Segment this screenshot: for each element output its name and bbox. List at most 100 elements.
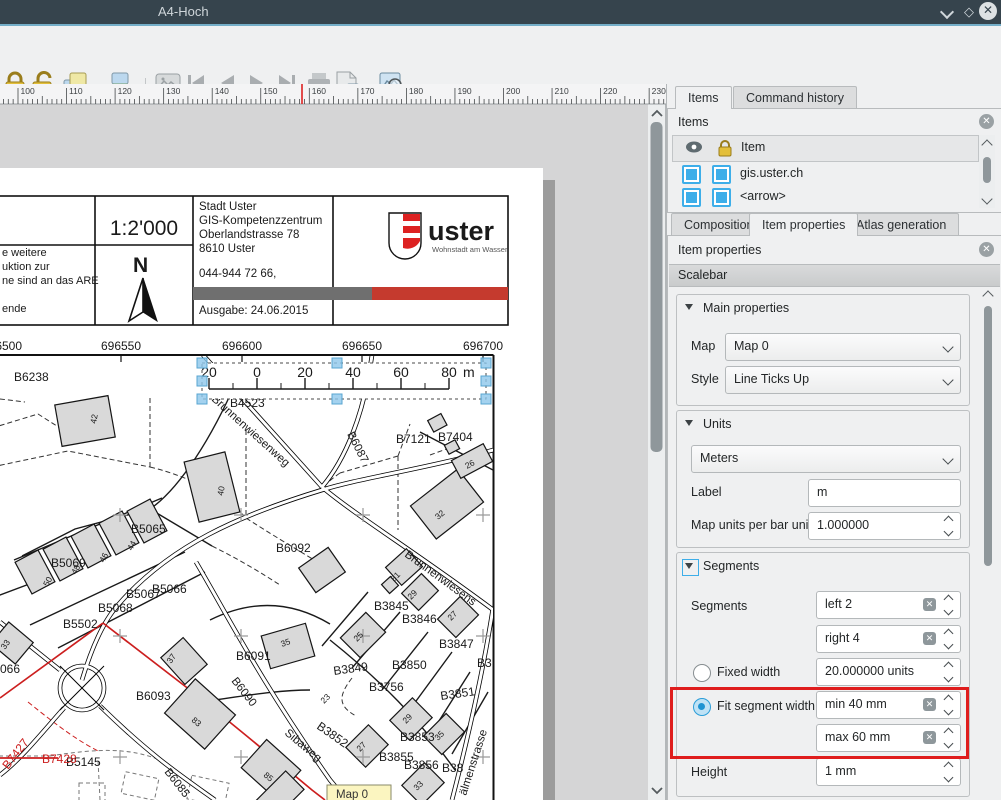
tab-command-history[interactable]: Command history <box>733 86 857 109</box>
svg-text:130: 130 <box>166 86 180 96</box>
maximize-icon[interactable]: ◇ <box>964 4 974 20</box>
svg-text:8610 Uster: 8610 Uster <box>199 243 255 255</box>
scroll-thumb <box>651 122 663 452</box>
label-input[interactable]: m <box>808 479 961 507</box>
items-table-header: Item <box>672 135 979 162</box>
item-properties-close-icon[interactable]: ✕ <box>979 242 994 257</box>
item-label: <arrow> <box>740 189 786 203</box>
segments-title: Segments <box>703 559 759 573</box>
combo-chevron-icon <box>942 374 953 385</box>
svg-text:696650: 696650 <box>342 339 382 353</box>
segments-right-spinbox[interactable]: right 4 ✕ <box>816 625 961 653</box>
svg-text:180: 180 <box>409 86 423 96</box>
svg-text:B5068: B5068 <box>98 601 133 615</box>
items-scrollbar[interactable] <box>979 135 995 208</box>
svg-text:140: 140 <box>215 86 229 96</box>
units-combobox[interactable]: Meters <box>691 445 961 473</box>
svg-text:110: 110 <box>69 86 83 96</box>
svg-text:696550: 696550 <box>101 339 141 353</box>
svg-text:B6238: B6238 <box>14 370 49 384</box>
svg-text:40: 40 <box>215 485 227 496</box>
svg-text:GIS-Kompetenzzentrum: GIS-Kompetenzzentrum <box>199 215 322 227</box>
svg-text:80: 80 <box>441 364 457 380</box>
items-panel: Items ✕ Item gis.uster.ch <arrow> <box>667 108 1001 213</box>
spin-down-icon <box>944 640 954 650</box>
banner-gray <box>193 287 372 300</box>
tab-items[interactable]: Items <box>675 86 732 109</box>
map-units-per-bar-spinbox[interactable]: 1.000000 <box>808 512 961 540</box>
segments-label: Segments <box>691 599 747 613</box>
svg-text:Ausgabe: 24.06.2015: Ausgabe: 24.06.2015 <box>199 305 308 317</box>
svg-text:B3847: B3847 <box>439 637 474 651</box>
items-scroll-down-icon <box>981 193 992 204</box>
svg-text:Stadt Uster: Stadt Uster <box>199 201 257 213</box>
spin-up-icon <box>944 516 954 526</box>
svg-text:40: 40 <box>345 364 361 380</box>
items-panel-title: Items <box>678 115 709 129</box>
svg-text:B6092: B6092 <box>276 541 311 555</box>
lock-column-icon <box>717 139 733 160</box>
uster-logo-shield <box>389 213 421 259</box>
visibility-checkbox[interactable] <box>682 188 701 207</box>
svg-text:200: 200 <box>506 86 520 96</box>
scalebar-item[interactable]: 20020406080m <box>197 358 491 404</box>
combo-chevron-icon <box>942 453 953 464</box>
close-icon[interactable]: ✕ <box>979 2 997 20</box>
segments-left-spinbox[interactable]: left 2 ✕ <box>816 591 961 619</box>
items-panel-close-icon[interactable]: ✕ <box>979 114 994 129</box>
collapse-arrow-icon[interactable] <box>685 420 693 426</box>
svg-text:B7121: B7121 <box>396 432 431 446</box>
svg-text:220: 220 <box>603 86 617 96</box>
svg-text:42: 42 <box>88 413 100 424</box>
items-scroll-up-icon <box>981 139 992 150</box>
height-spinbox[interactable]: 1 mm <box>816 758 961 786</box>
style-label: Style <box>691 372 719 386</box>
titlebar: A4-Hoch ◇ ✕ <box>0 0 1001 24</box>
highlight-rectangle <box>670 687 969 759</box>
lock-checkbox[interactable] <box>712 165 731 184</box>
svg-text:Wohnstadt am Wasser: Wohnstadt am Wasser <box>432 245 508 254</box>
style-combobox[interactable]: Line Ticks Up <box>725 366 961 394</box>
spin-down-icon <box>944 606 954 616</box>
svg-text:160: 160 <box>312 86 326 96</box>
lock-checkbox[interactable] <box>712 188 731 207</box>
map-combobox[interactable]: Map 0 <box>725 333 961 361</box>
svg-text:696700: 696700 <box>463 339 503 353</box>
spin-up-icon <box>944 662 954 672</box>
spin-up-icon <box>944 629 954 639</box>
items-table-row[interactable]: <arrow> <box>672 186 977 208</box>
collapse-arrow-icon[interactable] <box>685 304 693 310</box>
svg-text:1:2'000: 1:2'000 <box>110 217 178 240</box>
collapse-arrow-icon[interactable] <box>685 563 693 569</box>
window-title: A4-Hoch <box>158 4 209 19</box>
svg-text:B6091: B6091 <box>236 649 271 663</box>
qgis-composer-window: { "window": {"title": "A4-Hoch"}, "ruler… <box>0 0 1001 800</box>
map-units-per-bar-label: Map units per bar unit <box>691 518 812 532</box>
banner-red <box>372 287 508 300</box>
svg-text:Map 0: Map 0 <box>336 789 368 800</box>
items-table-row[interactable]: gis.uster.ch <box>672 163 977 185</box>
canvas-vscrollbar[interactable] <box>648 104 665 800</box>
item-type-heading-bar: Scalebar <box>669 264 1000 287</box>
svg-text:B3845: B3845 <box>374 599 409 613</box>
svg-text:e weitere: e weitere <box>2 247 47 259</box>
svg-text:uktion zur: uktion zur <box>2 261 50 273</box>
tab-item-properties[interactable]: Item properties <box>749 213 858 236</box>
composer-canvas[interactable]: 1:2'000Ne weitereuktion zurne sind an da… <box>0 84 666 800</box>
fixed-width-label: Fixed width <box>717 665 780 679</box>
svg-text:B5065: B5065 <box>131 522 166 536</box>
fixed-width-spinbox[interactable]: 20.000000 units <box>816 658 961 686</box>
props-scrollbar[interactable] <box>980 288 996 800</box>
tab-atlas-generation[interactable]: Atlas generation <box>843 213 959 236</box>
fixed-width-radio[interactable] <box>693 664 711 682</box>
spin-up-icon <box>944 595 954 605</box>
map-label: Map <box>691 339 715 353</box>
visibility-checkbox[interactable] <box>682 165 701 184</box>
svg-text:0: 0 <box>253 364 261 380</box>
props-scroll-up-icon <box>982 290 993 301</box>
main-properties-title: Main properties <box>703 301 789 315</box>
spin-down-icon <box>944 773 954 783</box>
svg-text:B5502: B5502 <box>63 617 98 631</box>
shade-icon[interactable] <box>942 6 952 20</box>
svg-text:230: 230 <box>652 86 666 96</box>
